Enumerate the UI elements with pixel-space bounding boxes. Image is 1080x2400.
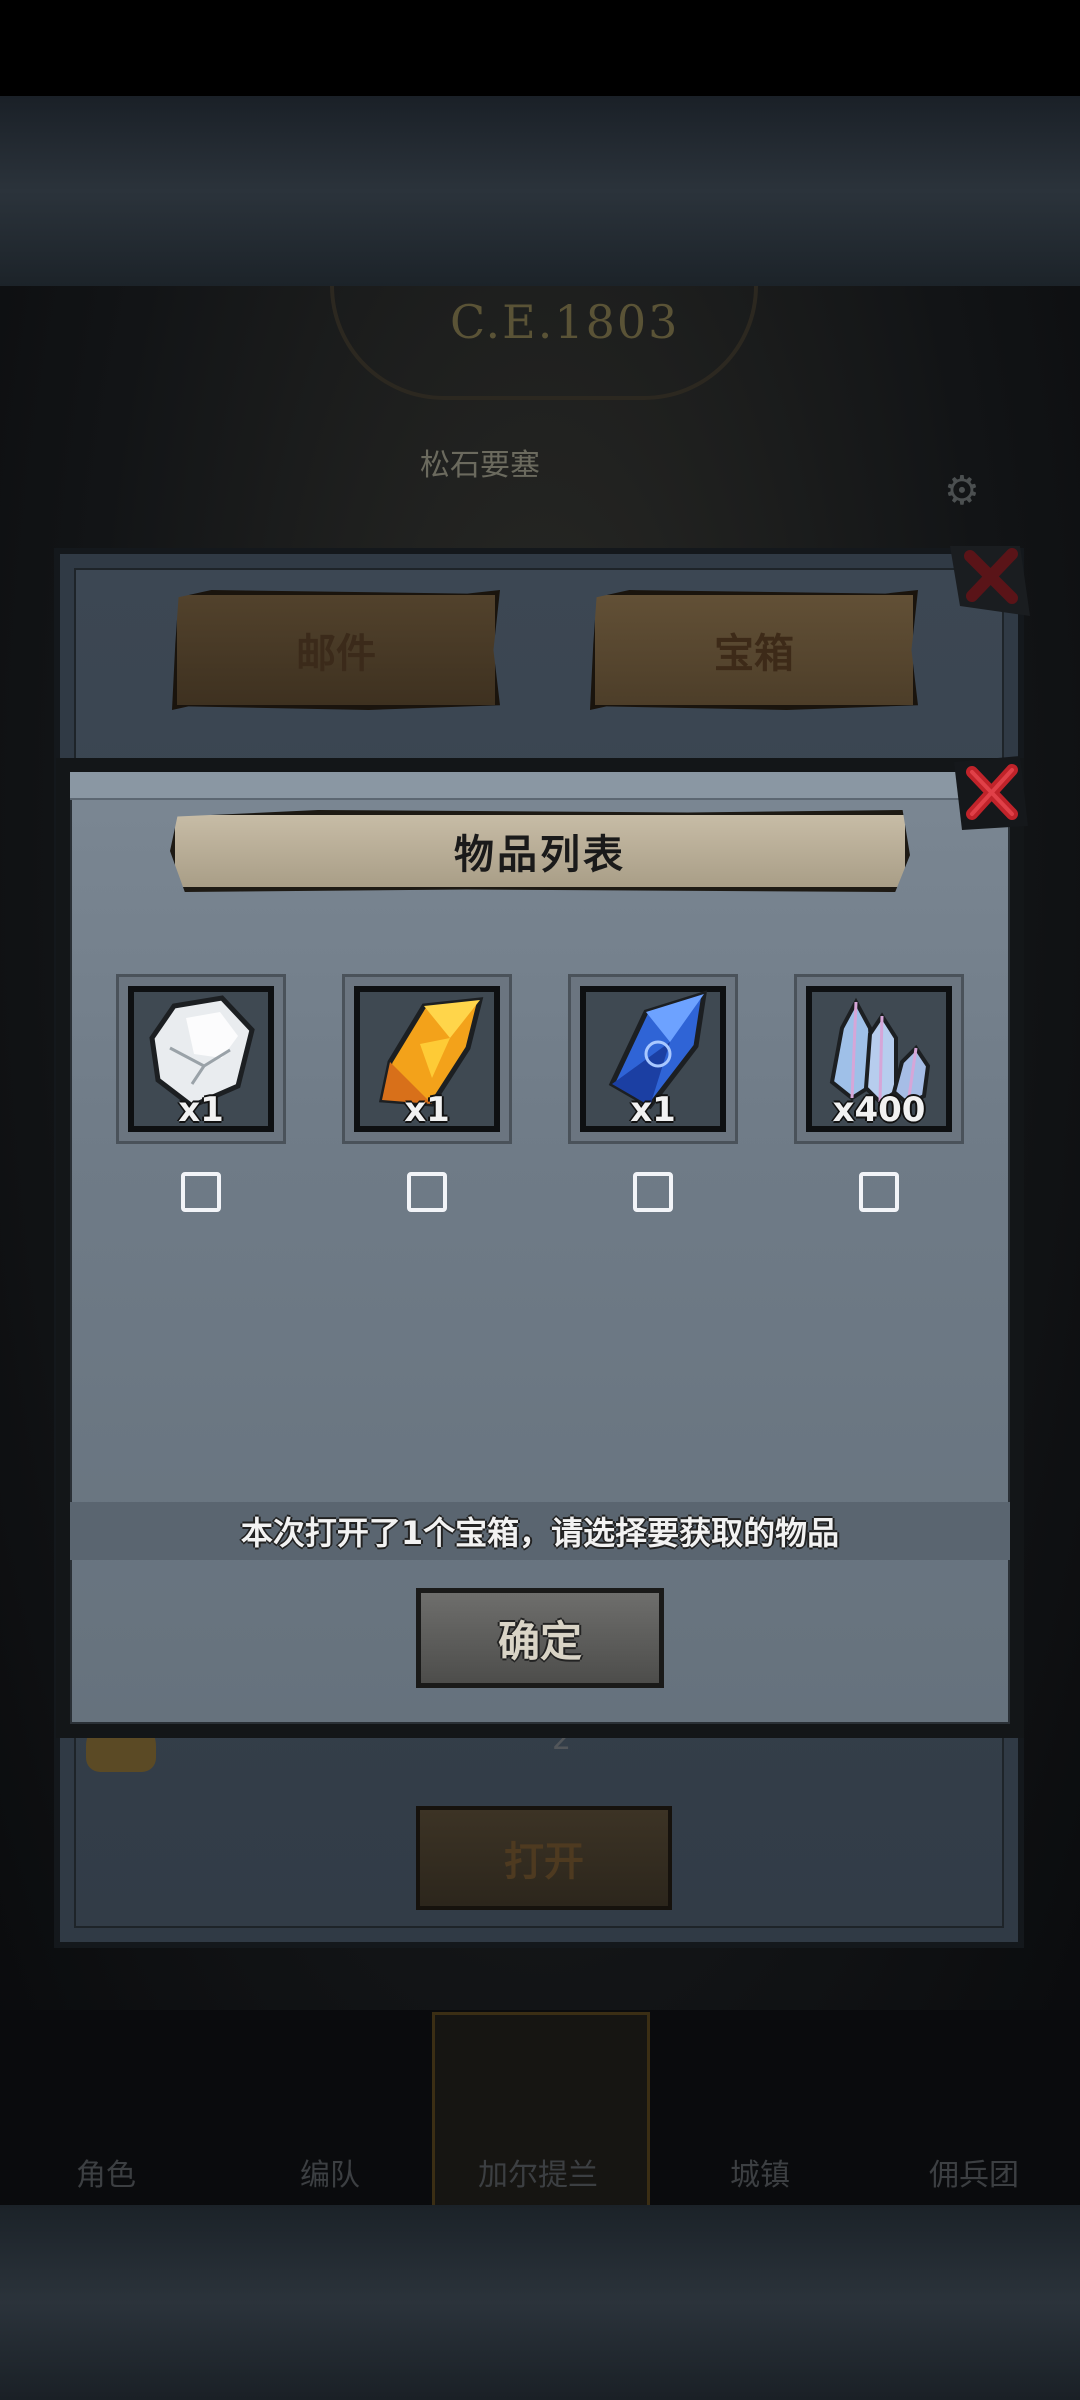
nav-item-mercenary[interactable]: 佣兵团 [874,2150,1074,2194]
message-bar: 本次打开了1个宝箱，请选择要获取的物品 [70,1502,1010,1560]
item-checkbox[interactable] [859,1172,899,1212]
item-slot[interactable]: x400 [794,974,964,1144]
item-quantity: x1 [178,1090,224,1130]
item-slot[interactable]: x1 [116,974,286,1144]
item-quantity: x1 [404,1090,450,1130]
nav-item-garti[interactable]: 加尔提兰 [438,2150,638,2194]
nav-item-character[interactable]: 角色 [6,2150,206,2194]
confirm-button-label: 确定 [497,1616,582,1666]
confirm-button[interactable]: 确定 [416,1588,664,1688]
gear-icon: ⚙ [944,468,980,514]
item-slot[interactable]: x1 [568,974,738,1144]
dialog-title-plate: 物品列表 [170,810,910,892]
open-button[interactable]: 打开 [416,1806,672,1910]
tab-chest[interactable]: 宝箱 [590,590,918,710]
tab-mail[interactable]: 邮件 [172,590,500,710]
item-quantity: x1 [630,1090,676,1130]
close-icon[interactable] [954,756,1028,830]
top-letterbox [0,96,1080,286]
close-icon[interactable] [950,536,1030,616]
item-quantity: x400 [832,1090,926,1130]
item-checkbox[interactable] [181,1172,221,1212]
status-bar [0,0,1080,96]
selection-message: 本次打开了1个宝箱，请选择要获取的物品 [240,1514,840,1552]
item-checkbox[interactable] [407,1172,447,1212]
item-slot[interactable]: x1 [342,974,512,1144]
item-checkbox[interactable] [633,1172,673,1212]
bottom-letterbox [0,2205,1080,2400]
background-year: C.E.1803 [450,295,680,349]
dialog-title: 物品列表 [454,832,626,878]
background-location: 松石要塞 [420,448,540,483]
nav-item-team[interactable]: 编队 [230,2150,430,2194]
nav-item-town[interactable]: 城镇 [660,2150,860,2194]
